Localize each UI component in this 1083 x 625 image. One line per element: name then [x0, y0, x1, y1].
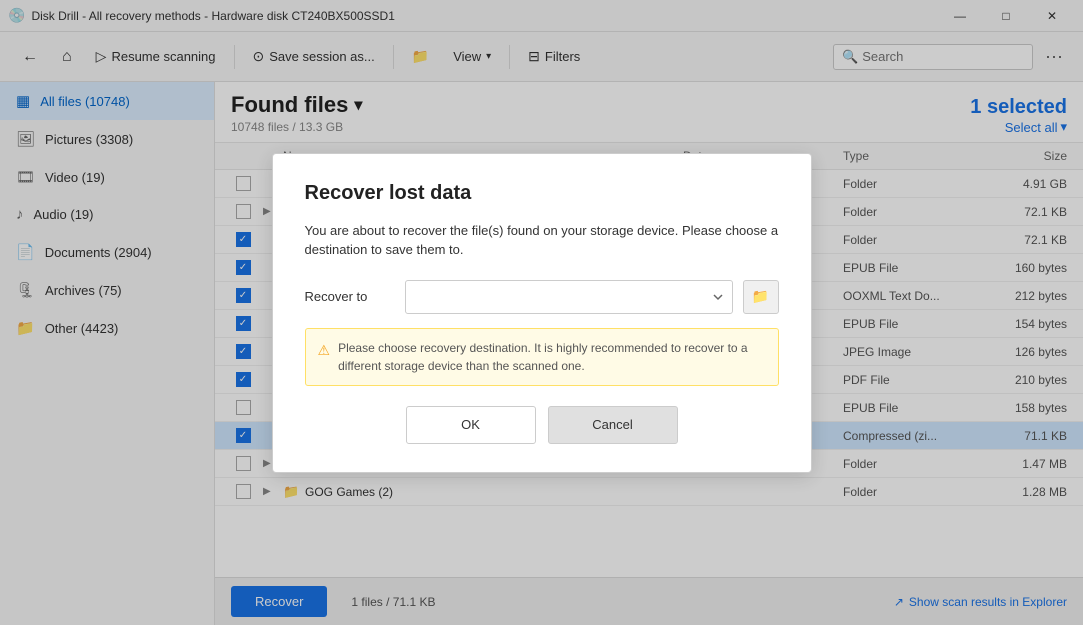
recover-dialog: Recover lost data You are about to recov… — [272, 153, 812, 473]
dialog-description: You are about to recover the file(s) fou… — [305, 221, 779, 260]
modal-overlay: Recover lost data You are about to recov… — [0, 0, 1083, 625]
cancel-button[interactable]: Cancel — [548, 406, 678, 444]
recover-to-label: Recover to — [305, 289, 395, 304]
warning-icon: ⚠ — [318, 340, 331, 361]
dialog-title: Recover lost data — [305, 182, 779, 205]
ok-button[interactable]: OK — [406, 406, 536, 444]
recover-to-dropdown[interactable] — [405, 280, 733, 314]
recover-to-row: Recover to 📁 — [305, 280, 779, 314]
warning-text: Please choose recovery destination. It i… — [338, 339, 765, 375]
warning-box: ⚠ Please choose recovery destination. It… — [305, 328, 779, 386]
dialog-actions: OK Cancel — [305, 406, 779, 444]
folder-browse-icon: 📁 — [752, 288, 769, 305]
browse-button[interactable]: 📁 — [743, 280, 779, 314]
